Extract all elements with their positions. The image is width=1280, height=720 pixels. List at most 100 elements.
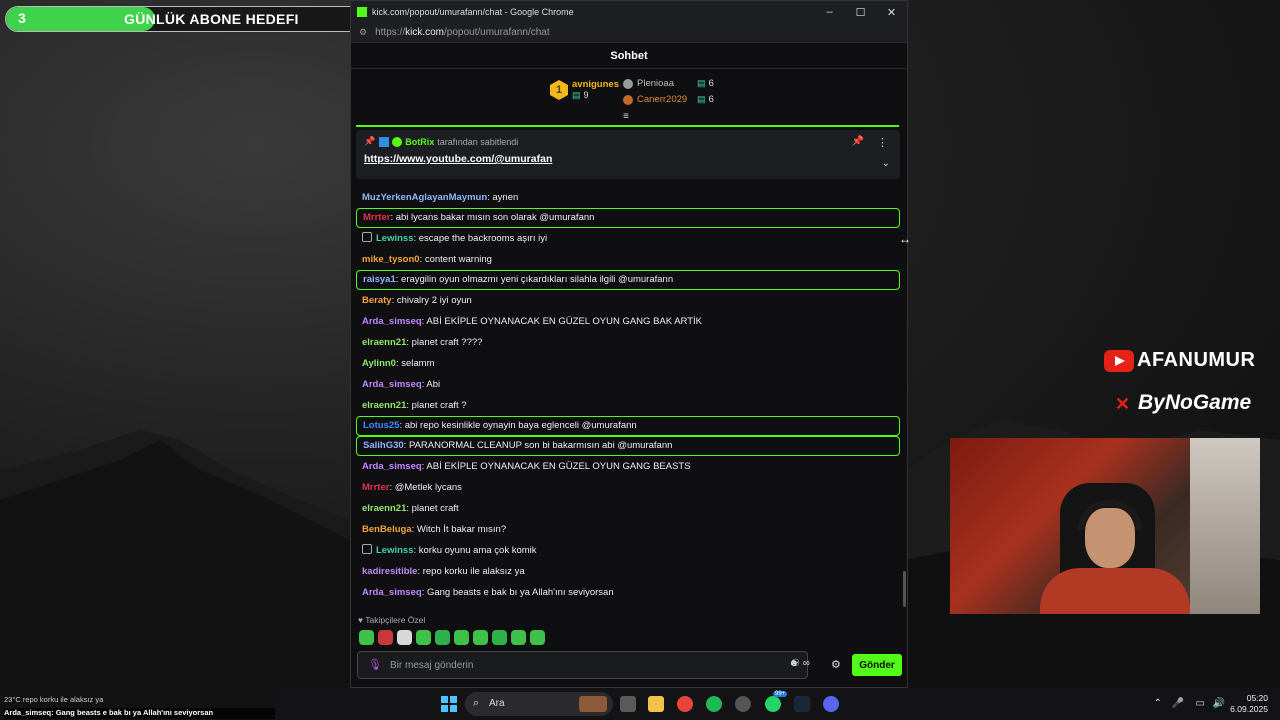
chat-message[interactable]: elraenn21: planet craft ? <box>356 395 900 416</box>
send-button[interactable]: Gönder <box>852 654 902 676</box>
system-clock[interactable]: 05:20 6.09.2025 <box>1230 693 1268 715</box>
chat-message-text: : planet craft ? <box>406 400 467 411</box>
steam-icon[interactable] <box>794 696 810 712</box>
chat-username[interactable]: Mrrter <box>362 482 389 493</box>
microphone-icon[interactable]: 🎙 <box>368 658 382 671</box>
chat-header-title: Sohbet <box>351 43 907 69</box>
chat-message-text: : chivalry 2 iyi oyun <box>391 295 472 306</box>
chat-message-input[interactable] <box>390 656 770 674</box>
pinned-link[interactable]: https://www.youtube.com/@umurafan <box>364 153 892 165</box>
chat-username[interactable]: raisya1 <box>363 274 396 285</box>
chat-message[interactable]: Arda_simseq: Gang beasts e bak bı ya All… <box>356 582 900 603</box>
chat-message[interactable]: Lotus25: abi repo kesinlikle oynayin bay… <box>356 416 900 436</box>
emote-icon[interactable] <box>511 630 526 645</box>
more-options-icon[interactable]: ⋮ <box>877 136 888 149</box>
taskbar-search[interactable]: ⌕ Ara <box>465 692 613 716</box>
chat-settings-icon[interactable]: ⚙ <box>831 658 841 671</box>
minimize-button[interactable]: – <box>814 6 845 18</box>
chat-message-text: : Witch İt bakar mısın? <box>411 524 507 535</box>
windows-start-icon[interactable] <box>441 696 457 712</box>
gift-points-icon[interactable]: ⚇ ∞ <box>791 658 810 669</box>
leaderboard-third[interactable]: Canerr2029 ▤ 6 <box>623 94 714 105</box>
chat-username[interactable]: MuzYerkenAglayanMaymun <box>362 192 487 203</box>
chat-message-list: MuzYerkenAglayanMaymun: aynen Mrrter: abi… <box>356 187 900 603</box>
chat-username[interactable]: BenBeluga <box>362 524 412 535</box>
chat-username[interactable]: Lotus25 <box>363 420 399 431</box>
spotify-icon[interactable] <box>706 696 722 712</box>
chat-username[interactable]: Arda_simseq <box>362 316 422 327</box>
emote-icon[interactable] <box>397 630 412 645</box>
discord-icon[interactable] <box>823 696 839 712</box>
chat-username[interactable]: SalihG30 <box>363 440 404 451</box>
site-info-icon[interactable]: ⚙ <box>359 27 367 38</box>
emote-icon[interactable] <box>416 630 431 645</box>
chat-username[interactable]: Aylinn0 <box>362 358 396 369</box>
chat-message[interactable]: MuzYerkenAglayanMaymun: aynen <box>356 187 900 208</box>
chat-username[interactable]: Arda_simseq <box>362 461 422 472</box>
chat-message-text: : escape the backrooms aşırı iyi <box>413 233 548 244</box>
leaderboard-first[interactable]: 1 avnigunes ▤ 9 <box>550 79 619 101</box>
chat-username[interactable]: Lewinss <box>376 545 414 556</box>
chat-username[interactable]: Arda_simseq <box>362 587 422 598</box>
whatsapp-icon[interactable] <box>765 696 781 712</box>
chat-username[interactable]: Mrrter <box>363 212 390 223</box>
emote-icon[interactable] <box>530 630 545 645</box>
chat-message[interactable]: Arda_simseq: ABİ EKİPLE OYNANACAK EN GÜZ… <box>356 311 900 332</box>
youtube-logo-icon <box>1104 349 1134 372</box>
unpin-icon[interactable]: 📌 <box>852 136 864 147</box>
close-button[interactable]: ✕ <box>876 6 907 19</box>
chevron-down-icon[interactable]: ⌄ <box>882 158 890 169</box>
chevron-up-icon[interactable]: ⌃ <box>1154 698 1162 709</box>
leaderboard-second[interactable]: Plenioaa ▤ 6 <box>623 78 714 89</box>
sub-goal-current: 3 <box>18 10 26 26</box>
chat-username[interactable]: kadiresitible <box>362 566 417 577</box>
emote-icon[interactable] <box>378 630 393 645</box>
chat-message[interactable]: Mrrter: abi lycans bakar mısın son olara… <box>356 208 900 228</box>
emote-icon[interactable] <box>435 630 450 645</box>
chat-message-text: : abi repo kesinlikle oynayin baya eglen… <box>399 420 637 431</box>
pinned-message[interactable]: 📌 BotRix tarafından sabitlendi https://w… <box>356 130 900 179</box>
maximize-button[interactable]: ☐ <box>845 6 876 19</box>
file-explorer-icon[interactable] <box>648 696 664 712</box>
emote-icon[interactable] <box>454 630 469 645</box>
chat-message[interactable]: elraenn21: planet craft <box>356 498 900 519</box>
chrome-icon[interactable] <box>677 696 693 712</box>
chat-message[interactable]: elraenn21: planet craft ???? <box>356 332 900 353</box>
pinned-author[interactable]: BotRix <box>405 137 434 147</box>
chat-username[interactable]: Beraty <box>362 295 392 306</box>
chat-message[interactable]: Arda_simseq: Abi <box>356 374 900 395</box>
microphone-tray-icon[interactable]: 🎤 <box>1172 698 1184 709</box>
chat-message-text: : ABİ EKİPLE OYNANACAK EN GÜZEL OYUN GAN… <box>421 461 691 472</box>
chat-message[interactable]: Lewinss: escape the backrooms aşırı iyi <box>356 228 900 249</box>
chat-username[interactable]: Lewinss <box>376 233 414 244</box>
chat-message-text: : selamm <box>395 358 435 369</box>
chat-message[interactable]: BenBeluga: Witch İt bakar mısın? <box>356 519 900 540</box>
collapse-leaderboard-icon[interactable]: ≡ <box>623 111 629 122</box>
chat-username[interactable]: elraenn21 <box>362 503 406 514</box>
chat-message[interactable]: Arda_simseq: ABİ EKİPLE OYNANACAK EN GÜZ… <box>356 456 900 477</box>
chat-message[interactable]: SalihG30: PARANORMAL CLEANUP son bi baka… <box>356 436 900 456</box>
chat-input-box[interactable]: 🎙 ☻ <box>357 651 808 679</box>
chat-username[interactable]: elraenn21 <box>362 400 406 411</box>
ticker-line-1: 23°C repo korku ile alaksız ya <box>4 695 104 704</box>
display-icon[interactable]: ▭ <box>1196 698 1205 709</box>
emote-icon[interactable] <box>359 630 374 645</box>
volume-icon[interactable]: 🔊 <box>1213 698 1225 709</box>
chat-message[interactable]: kadiresitible: repo korku ile alaksız ya <box>356 561 900 582</box>
chat-message[interactable]: Mrrter: @Metlek lycans <box>356 477 900 498</box>
chat-username[interactable]: elraenn21 <box>362 337 406 348</box>
chat-scrollbar[interactable] <box>903 571 906 607</box>
chat-username[interactable]: mike_tyson0 <box>362 254 420 265</box>
chat-message[interactable]: Aylinn0: selamm <box>356 353 900 374</box>
chat-message[interactable]: Lewinss: korku oyunu ama çok komik <box>356 540 900 561</box>
leaderboard-third-name: Canerr2029 <box>637 94 688 105</box>
chat-message[interactable]: mike_tyson0: content warning <box>356 249 900 270</box>
chat-username[interactable]: Arda_simseq <box>362 379 422 390</box>
chat-message[interactable]: Beraty: chivalry 2 iyi oyun <box>356 290 900 311</box>
app-icon[interactable] <box>735 696 751 712</box>
task-view-icon[interactable] <box>620 696 636 712</box>
chat-message[interactable]: raisya1: eraygilin oyun olmazmı yeni çık… <box>356 270 900 290</box>
address-bar[interactable]: ⚙ https://kick.com/popout/umurafann/chat <box>351 23 907 43</box>
emote-icon[interactable] <box>473 630 488 645</box>
emote-icon[interactable] <box>492 630 507 645</box>
